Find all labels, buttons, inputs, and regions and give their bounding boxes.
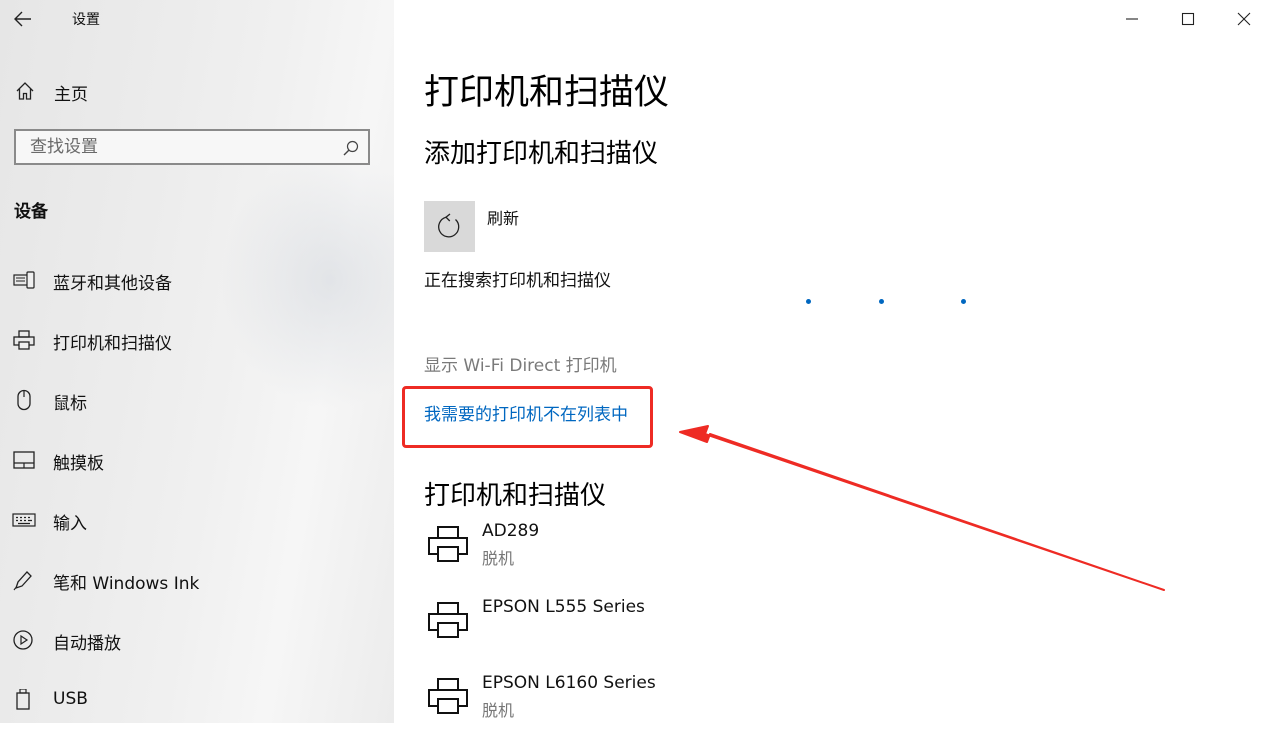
loading-dot: [806, 299, 811, 304]
mouse-icon: [17, 389, 31, 411]
minimize-button[interactable]: [1118, 6, 1146, 32]
sidebar-item-home[interactable]: 主页: [0, 72, 394, 110]
refresh-label[interactable]: 刷新: [487, 205, 519, 229]
pen-icon: [13, 571, 32, 591]
sidebar-item-label: 打印机和扫描仪: [53, 334, 172, 354]
printer-name: EPSON L555 Series: [482, 597, 645, 617]
back-button[interactable]: [10, 6, 38, 32]
add-section-title: 添加打印机和扫描仪: [424, 139, 659, 169]
loading-dot: [961, 299, 966, 304]
sidebar-item-bluetooth[interactable]: 蓝牙和其他设备: [0, 260, 394, 300]
section-title-devices: 设备: [14, 202, 48, 222]
printer-name: AD289: [482, 521, 540, 541]
printers-section-title: 打印机和扫描仪: [424, 481, 607, 511]
home-label: 主页: [54, 85, 88, 105]
annotation-highlight-box: [402, 386, 653, 448]
app-title: 设置: [72, 12, 100, 28]
sidebar-item-printers[interactable]: 打印机和扫描仪: [0, 320, 394, 360]
printer-status: 脱机: [482, 549, 515, 568]
printer-icon: [428, 678, 468, 714]
printer-icon: [428, 602, 468, 638]
maximize-icon: [1181, 12, 1195, 26]
page-title: 打印机和扫描仪: [424, 73, 670, 113]
searching-status: 正在搜索打印机和扫描仪: [424, 271, 611, 291]
sidebar-item-typing[interactable]: 输入: [0, 500, 394, 540]
printer-icon: [428, 526, 468, 562]
printer-item[interactable]: EPSON L6160 Series 脱机: [424, 673, 824, 733]
sidebar-item-mouse[interactable]: 鼠标: [0, 380, 394, 420]
back-arrow-icon: [14, 11, 31, 27]
sidebar-item-label: USB: [53, 689, 88, 709]
search-input[interactable]: [16, 131, 340, 163]
sidebar-item-autoplay[interactable]: 自动播放: [0, 620, 394, 660]
autoplay-icon: [13, 630, 33, 650]
refresh-button[interactable]: [424, 201, 475, 252]
printer-status: 脱机: [482, 701, 515, 720]
sidebar-item-pen[interactable]: 笔和 Windows Ink: [0, 560, 394, 600]
search-icon[interactable]: [342, 139, 360, 157]
keyboard-icon: [12, 513, 36, 527]
bluetooth-devices-icon: [13, 271, 35, 289]
refresh-icon: [438, 213, 460, 238]
sidebar-item-label: 输入: [53, 514, 87, 534]
close-button[interactable]: [1230, 6, 1258, 32]
minimize-icon: [1126, 18, 1138, 20]
sidebar: 设置 主页 设备 蓝牙和其他设备 打印机和扫描仪: [0, 0, 394, 723]
printer-name: EPSON L6160 Series: [482, 673, 656, 693]
wifi-direct-toggle[interactable]: 显示 Wi-Fi Direct 打印机: [424, 351, 617, 376]
sidebar-item-label: 自动播放: [53, 634, 121, 654]
printer-item[interactable]: AD289 脱机: [424, 521, 824, 581]
sidebar-item-touchpad[interactable]: 触摸板: [0, 440, 394, 480]
printer-item[interactable]: EPSON L555 Series: [424, 597, 824, 657]
sidebar-item-label: 蓝牙和其他设备: [53, 274, 172, 294]
loading-dot: [879, 299, 884, 304]
sidebar-item-label: 触摸板: [53, 454, 104, 474]
search-box[interactable]: [14, 129, 370, 165]
sidebar-item-label: 笔和 Windows Ink: [53, 574, 200, 594]
sidebar-item-label: 鼠标: [53, 394, 87, 414]
close-icon: [1237, 12, 1251, 26]
touchpad-icon: [13, 451, 35, 469]
printer-icon: [13, 330, 35, 350]
maximize-button[interactable]: [1174, 6, 1202, 32]
sidebar-item-usb[interactable]: USB: [0, 680, 394, 720]
home-icon: [16, 82, 34, 100]
usb-icon: [16, 689, 30, 710]
